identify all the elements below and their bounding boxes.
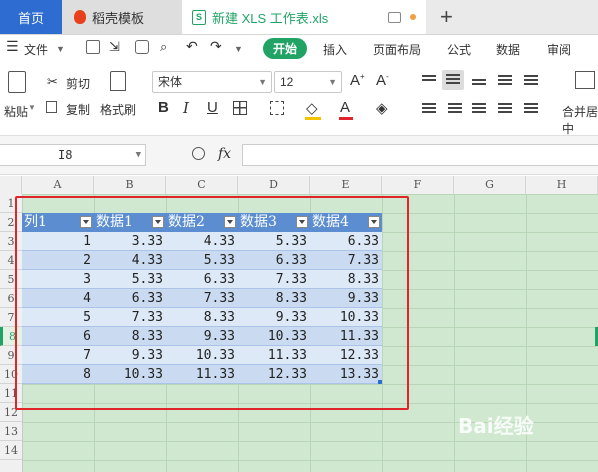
paste-button[interactable]: 粘贴	[4, 69, 34, 131]
align-right-icon[interactable]	[472, 103, 486, 115]
font-name-select[interactable]: 宋体 ▼	[152, 71, 272, 93]
chevron-down-icon: ▼	[258, 77, 267, 87]
font-name-value: 宋体	[158, 75, 183, 89]
column-header[interactable]: A	[22, 176, 94, 194]
merge-center-icon[interactable]	[575, 71, 595, 89]
border-icon[interactable]	[233, 101, 247, 115]
menu-data[interactable]: 数据	[496, 41, 520, 58]
quick-access-chevron-icon[interactable]: ▼	[234, 44, 243, 54]
decrease-font-icon[interactable]: A-	[376, 72, 389, 89]
paste-chevron-icon[interactable]: ▼	[28, 103, 36, 112]
print-preview-icon[interactable]: ⌕	[160, 39, 167, 55]
italic-icon[interactable]: I	[183, 99, 189, 117]
justify-icon[interactable]	[498, 103, 512, 115]
chevron-down-icon[interactable]: ▼	[56, 44, 65, 54]
row-header[interactable]: 13	[0, 422, 22, 441]
chevron-down-icon: ▼	[328, 77, 337, 87]
font-color-icon[interactable]: A	[339, 99, 353, 120]
underline-icon[interactable]: U	[207, 99, 218, 116]
column-header[interactable]: C	[166, 176, 238, 194]
copy-button[interactable]: 复制	[66, 101, 90, 118]
hamburger-icon[interactable]: ☰	[6, 38, 19, 55]
docer-logo-icon	[74, 10, 86, 24]
chevron-down-icon: ▼	[135, 150, 141, 160]
bold-icon[interactable]: B	[158, 99, 169, 116]
column-header[interactable]: H	[526, 176, 598, 194]
distributed-icon[interactable]	[524, 103, 538, 115]
undo-icon[interactable]: ↶	[186, 38, 198, 55]
spreadsheet-file-icon: S	[192, 9, 206, 25]
format-painter-button[interactable]: 格式刷	[100, 69, 140, 131]
column-header[interactable]: E	[310, 176, 382, 194]
tab-bar: 首页 稻壳模板 S 新建 XLS 工作表.xls +	[0, 0, 598, 35]
column-header[interactable]: F	[382, 176, 454, 194]
menu-start[interactable]: 开始	[263, 38, 307, 59]
select-all-corner[interactable]	[0, 176, 22, 194]
tab-home-label: 首页	[17, 10, 44, 26]
menu-insert[interactable]: 插入	[323, 41, 347, 58]
column-headers: A B C D E F G H	[0, 176, 598, 195]
indent-decrease-icon[interactable]	[498, 75, 512, 87]
tab-document[interactable]: S 新建 XLS 工作表.xls	[182, 0, 426, 34]
menu-bar: ☰ 文件 ▼ ⇲ ⌕ ↶ ↷ ▼ 开始 插入 页面布局 公式 数据 审阅	[0, 35, 598, 63]
menu-page-layout[interactable]: 页面布局	[373, 41, 421, 58]
name-box[interactable]: I8 ▼	[0, 144, 146, 166]
ribbon: 粘贴 ▼ ✂ 剪切 复制 格式刷 宋体 ▼ 12 ▼ A+ A- B I U ◇…	[0, 63, 598, 136]
fx-icon[interactable]: fx	[218, 146, 231, 162]
watermark-logo: Bai经验	[458, 414, 534, 438]
new-tab-button[interactable]: +	[440, 4, 453, 30]
window-icon[interactable]	[388, 12, 401, 23]
formula-bar: I8 ▼ fx	[0, 136, 598, 175]
clipboard-icon	[8, 71, 26, 93]
brush-icon	[110, 71, 126, 91]
save-icon[interactable]	[86, 40, 100, 54]
tab-document-label: 新建 XLS 工作表.xls	[212, 10, 329, 26]
row-header[interactable]: 14	[0, 441, 22, 460]
align-left-icon[interactable]	[422, 103, 436, 115]
unsaved-dot-icon	[410, 14, 416, 20]
merge-center-button[interactable]: 合并居中	[562, 103, 598, 137]
indent-increase-icon[interactable]	[524, 75, 538, 87]
fill-color-icon[interactable]: ◇	[305, 99, 321, 120]
format-painter-label: 格式刷	[100, 103, 137, 117]
align-center-icon[interactable]	[448, 103, 462, 115]
menu-file[interactable]: 文件	[24, 41, 48, 58]
align-middle-icon[interactable]	[442, 70, 464, 90]
tab-template[interactable]: 稻壳模板	[62, 0, 182, 34]
paste-label: 粘贴	[4, 105, 29, 119]
copy-icon	[46, 101, 57, 113]
column-header[interactable]: B	[94, 176, 166, 194]
font-size-value: 12	[280, 75, 294, 89]
menu-formula[interactable]: 公式	[447, 41, 471, 58]
cut-button[interactable]: 剪切	[66, 75, 90, 92]
font-size-select[interactable]: 12 ▼	[274, 71, 342, 93]
formula-input[interactable]	[242, 144, 598, 166]
column-header[interactable]: D	[238, 176, 310, 194]
column-header[interactable]: G	[454, 176, 526, 194]
menu-review[interactable]: 审阅	[547, 41, 571, 58]
highlight-box	[15, 196, 409, 410]
tab-template-label: 稻壳模板	[92, 10, 145, 26]
export-icon[interactable]: ⇲	[109, 39, 120, 55]
align-bottom-icon[interactable]	[472, 79, 486, 87]
scissors-icon: ✂	[47, 74, 58, 89]
align-top-icon[interactable]	[422, 75, 436, 83]
clear-format-icon[interactable]: ◈	[376, 99, 388, 117]
cell-reference: I8	[58, 148, 73, 162]
fill-pattern-icon[interactable]	[270, 101, 284, 115]
redo-icon[interactable]: ↷	[210, 38, 222, 55]
increase-font-icon[interactable]: A+	[350, 72, 365, 89]
print-icon[interactable]	[135, 40, 149, 54]
tab-home[interactable]: 首页	[0, 0, 62, 34]
zoom-function-icon[interactable]	[192, 147, 205, 160]
